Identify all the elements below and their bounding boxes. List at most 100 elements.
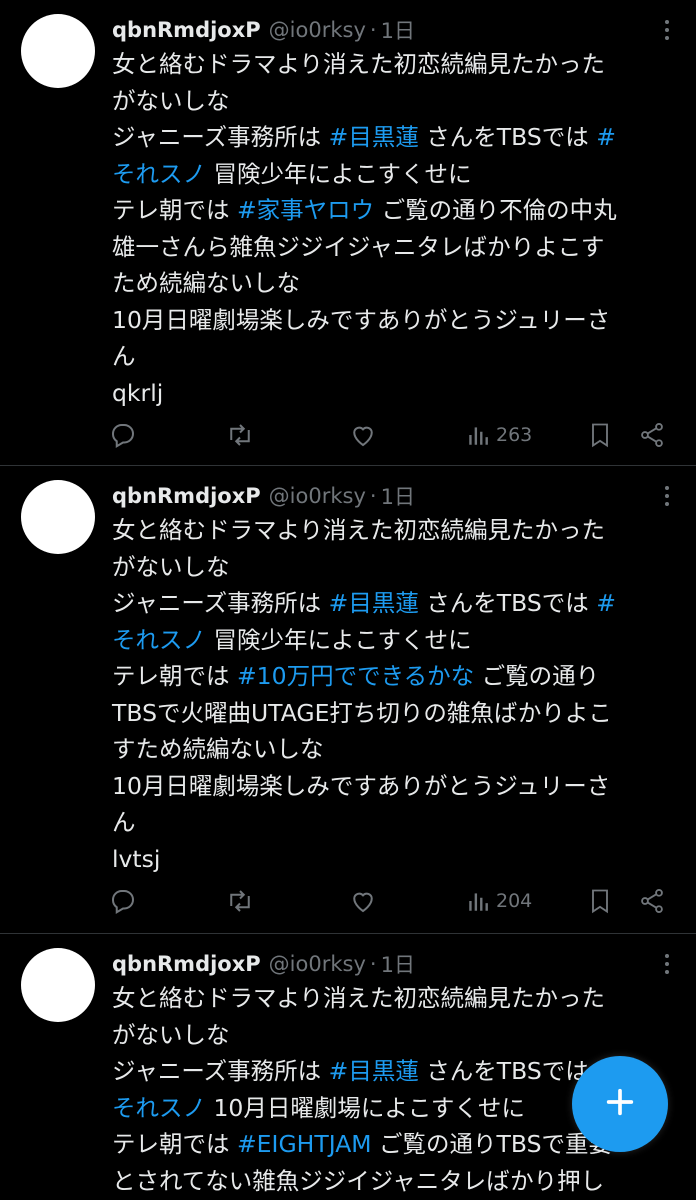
avatar[interactable] (21, 14, 95, 88)
more-options-icon[interactable] (660, 16, 674, 44)
views-icon (466, 422, 492, 448)
tweet-text-segment: テレ朝では (112, 1130, 237, 1158)
hashtag-link[interactable]: #目黒蓮 (329, 589, 419, 617)
plus-icon (603, 1085, 637, 1123)
hashtag-link[interactable]: それスノ (112, 160, 206, 188)
bookmark-button[interactable] (586, 887, 614, 915)
retweet-button[interactable] (225, 886, 255, 916)
tweet-text-segment: ご覧の通り不倫の中丸 (374, 196, 617, 224)
tweet-text-line: すため続編ないしな (112, 731, 682, 768)
tweet-text-segment: ご覧の通り (474, 662, 600, 690)
tweet-actions: 204 (108, 886, 674, 916)
hashtag-link[interactable]: #10万円でできるかな (237, 662, 474, 690)
author-name[interactable]: qbnRmdjoxP (112, 18, 261, 42)
tweet-text-line: それスノ 冒険少年によこすくせに (112, 156, 682, 193)
tweet-text-segment: さんをTBSでは (418, 589, 597, 617)
timestamp[interactable]: 1日 (381, 15, 415, 45)
tweet-text-line: 10月日曜劇場楽しみですありがとうジュリーさ (112, 768, 682, 805)
tweet-text-line: ため続編ないしな (112, 265, 682, 302)
tweet-text-line: 女と絡むドラマより消えた初恋続編見たかった (112, 46, 682, 83)
retweet-button[interactable] (225, 420, 255, 450)
tweet-text-segment: TBSで火曜曲UTAGE打ち切りの雑魚ばかりよこ (112, 698, 612, 727)
tweet-text: 女と絡むドラマより消えた初恋続編見たかったがないしなジャニーズ事務所は #目黒蓮… (112, 46, 682, 411)
separator-dot: · (369, 18, 377, 42)
share-button[interactable] (638, 887, 666, 915)
tweet-header: qbnRmdjoxP @io0rksy · 1日 (112, 12, 696, 48)
tweet-text-line: ジャニーズ事務所は #目黒蓮 さんをTBSでは # (112, 585, 682, 622)
tweet-text-segment: ん (112, 342, 136, 370)
more-options-icon[interactable] (660, 950, 674, 978)
hashtag-link[interactable]: # (596, 123, 616, 151)
timestamp[interactable]: 1日 (381, 949, 415, 979)
like-button[interactable] (348, 886, 378, 916)
hashtag-link[interactable]: それスノ (112, 626, 206, 654)
tweet[interactable]: qbnRmdjoxP @io0rksy · 1日 女と絡むドラマより消えた初恋続… (0, 0, 696, 466)
reply-icon (108, 886, 138, 916)
author-handle[interactable]: @io0rksy (269, 952, 366, 976)
tweet-header: qbnRmdjoxP @io0rksy · 1日 (112, 478, 696, 514)
tweet-text-segment: 女と絡むドラマより消えた初恋続編見たかった (112, 984, 606, 1012)
tweet-text-line: テレ朝では #10万円でできるかな ご覧の通り (112, 658, 682, 695)
hashtag-link[interactable]: #目黒蓮 (329, 123, 419, 151)
tweet-text-line: 10月日曜劇場楽しみですありがとうジュリーさ (112, 302, 682, 339)
tweet[interactable]: qbnRmdjoxP @io0rksy · 1日 女と絡むドラマより消えた初恋続… (0, 466, 696, 934)
tweet-text-segment: ジャニーズ事務所は (112, 1057, 329, 1085)
tweet-text: 女と絡むドラマより消えた初恋続編見たかったがないしなジャニーズ事務所は #目黒蓮… (112, 512, 682, 877)
tweet-text-segment: 雄一さんら雑魚ジジイジャニタレばかりよこす (112, 232, 605, 261)
hashtag-link[interactable]: # (596, 589, 616, 617)
timestamp[interactable]: 1日 (381, 481, 415, 511)
tweet-text-segment: ん (112, 808, 136, 836)
compose-button[interactable] (572, 1056, 668, 1152)
views-button[interactable]: 263 (466, 422, 532, 448)
bookmark-button[interactable] (586, 421, 614, 449)
tweet-text-segment: テレ朝では (112, 662, 237, 690)
like-icon (348, 420, 378, 450)
share-button[interactable] (638, 421, 666, 449)
hashtag-link[interactable]: #家事ヤロウ (237, 196, 374, 224)
tweet-text-segment: さんをTBSでは (418, 123, 597, 151)
tweet-text-segment: がないしな (112, 86, 230, 115)
avatar[interactable] (21, 948, 95, 1022)
more-options-icon[interactable] (660, 482, 674, 510)
tweet-text-segment: lvtsj (112, 844, 161, 873)
retweet-icon (225, 886, 255, 916)
tweet-text-segment: 10月日曜劇場によこすくせに (206, 1093, 525, 1122)
tweet-text-segment: ため続編ないしな (112, 269, 300, 297)
author-name[interactable]: qbnRmdjoxP (112, 952, 261, 976)
tweet-text-line: 雄一さんら雑魚ジジイジャニタレばかりよこす (112, 229, 682, 266)
like-button[interactable] (348, 420, 378, 450)
tweet-text-line: テレ朝では #家事ヤロウ ご覧の通り不倫の中丸 (112, 192, 682, 229)
bookmark-icon (586, 887, 614, 915)
tweet-text-segment: すため続編ないしな (112, 735, 324, 763)
tweet-text-segment: 10月日曜劇場楽しみですありがとうジュリーさ (112, 305, 611, 334)
tweet-text-segment: テレ朝では (112, 196, 237, 224)
tweet-text-line: qkrlj (112, 375, 682, 412)
bookmark-icon (586, 421, 614, 449)
hashtag-link[interactable]: #目黒蓮 (329, 1057, 419, 1085)
timeline-feed: qbnRmdjoxP @io0rksy · 1日 女と絡むドラマより消えた初恋続… (0, 0, 696, 1200)
views-count: 204 (496, 890, 533, 912)
separator-dot: · (369, 484, 377, 508)
avatar[interactable] (21, 480, 95, 554)
tweet-text-segment: ジャニーズ事務所は (112, 123, 329, 151)
tweet-text-line: がないしな (112, 549, 682, 586)
tweet-text-segment: ご覧の通りTBSで重要 (371, 1130, 613, 1158)
tweet-text-segment: がないしな (112, 552, 230, 581)
tweet-text-segment: qkrlj (112, 378, 164, 407)
reply-button[interactable] (108, 886, 138, 916)
views-button[interactable]: 204 (466, 888, 532, 914)
retweet-icon (225, 420, 255, 450)
separator-dot: · (369, 952, 377, 976)
tweet-text-line: とされてない雑魚ジジイジャニタレばかり押し (112, 1163, 682, 1200)
reply-button[interactable] (108, 420, 138, 450)
tweet-text-segment: 冒険少年によこすくせに (206, 159, 472, 188)
author-handle[interactable]: @io0rksy (269, 484, 366, 508)
tweet-text-line: がないしな (112, 83, 682, 120)
hashtag-link[interactable]: #EIGHTJAM (237, 1130, 372, 1158)
like-icon (348, 886, 378, 916)
tweet-text-segment: とされてない雑魚ジジイジャニタレばかり押し (112, 1166, 605, 1195)
hashtag-link[interactable]: それスノ (112, 1094, 206, 1122)
author-handle[interactable]: @io0rksy (269, 18, 366, 42)
tweet-text-line: 女と絡むドラマより消えた初恋続編見たかった (112, 512, 682, 549)
author-name[interactable]: qbnRmdjoxP (112, 484, 261, 508)
